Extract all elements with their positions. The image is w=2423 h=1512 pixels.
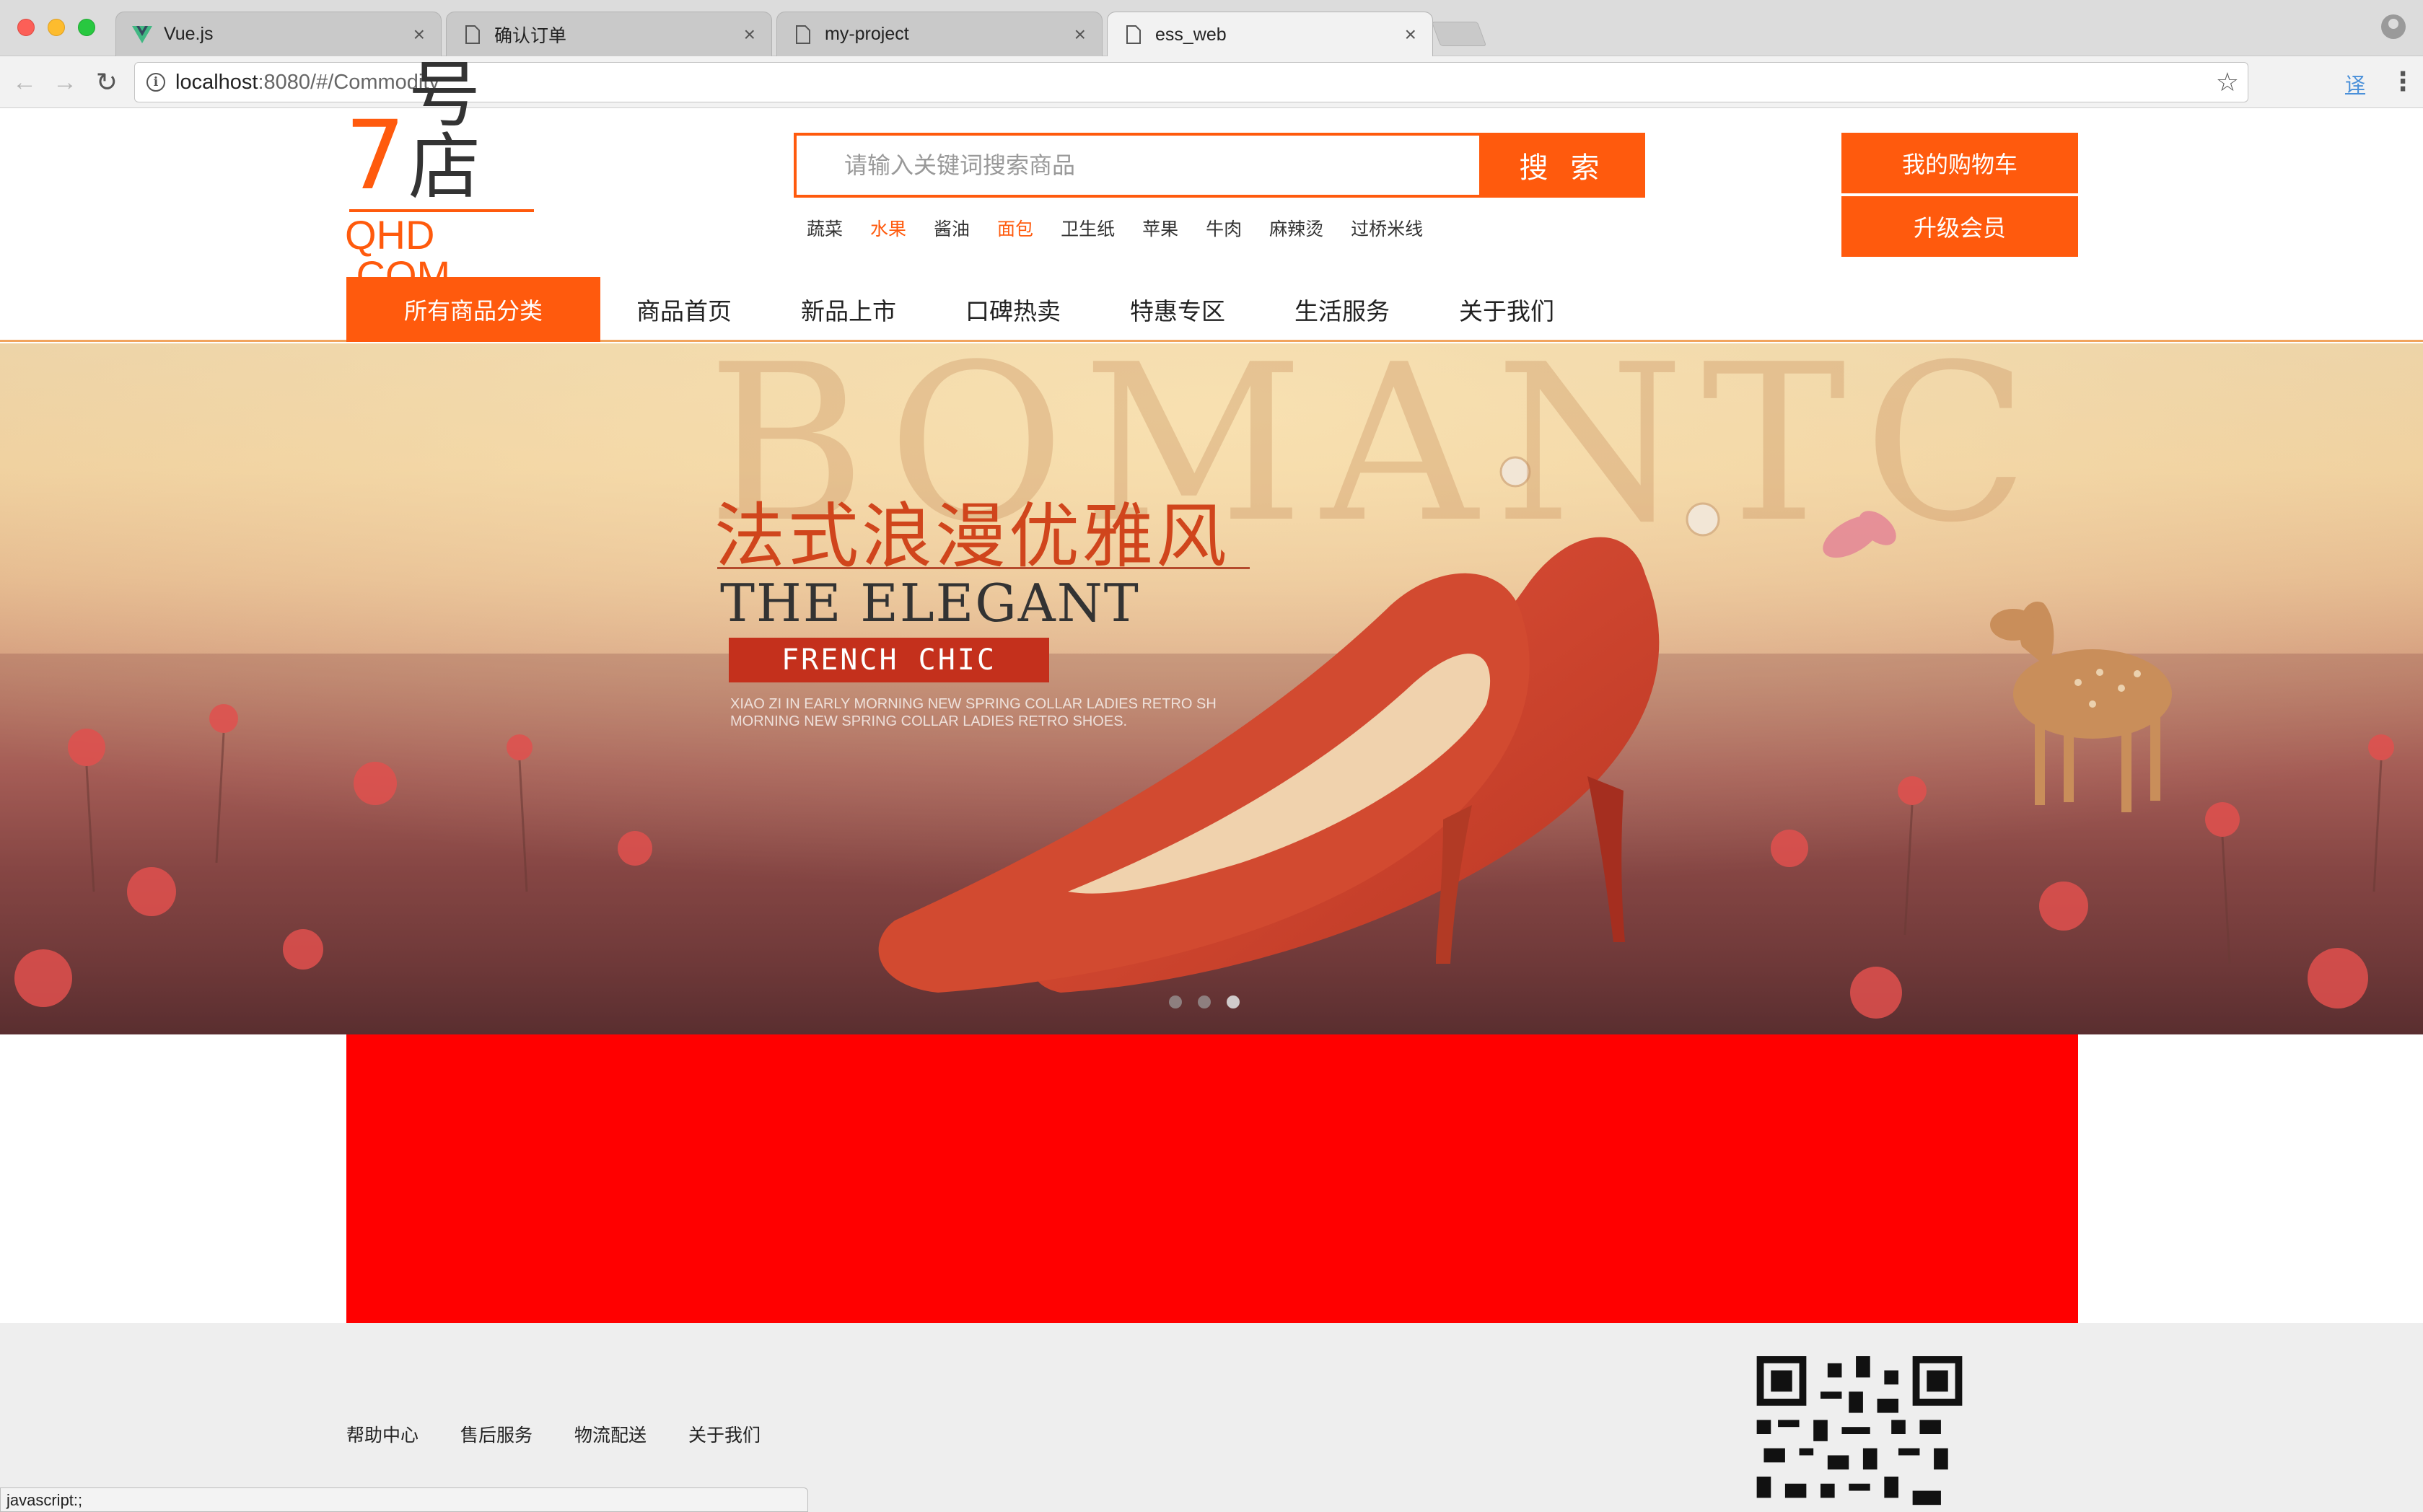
hot-keyword-link[interactable]: 麻辣烫 [1269, 215, 1323, 241]
close-window-button[interactable] [17, 19, 35, 36]
footer-link-after-sales[interactable]: 售后服务 [460, 1421, 533, 1447]
search-input[interactable] [797, 136, 1482, 195]
browser-menu-icon[interactable]: ⋮ [2390, 66, 2416, 97]
tab-title: 确认订单 [494, 25, 567, 46]
banner-divider [717, 567, 1250, 569]
profile-avatar-icon[interactable] [2381, 14, 2406, 39]
banner-tag: FRENCH CHIC [729, 638, 1049, 682]
back-arrow-icon[interactable]: ← [9, 66, 40, 98]
tab-title: my-project [825, 24, 909, 44]
zoom-window-button[interactable] [78, 19, 95, 36]
carousel-dot[interactable] [1169, 995, 1182, 1008]
nav-item-home[interactable]: 商品首页 [636, 277, 732, 342]
url-host: localhost [175, 70, 258, 94]
close-tab-icon[interactable]: × [1405, 23, 1416, 46]
browser-tab-my-project[interactable]: my-project × [776, 12, 1103, 56]
hot-keyword-link[interactable]: 苹果 [1142, 215, 1178, 241]
close-tab-icon[interactable]: × [413, 23, 425, 46]
logo-number: 7 [345, 100, 406, 211]
main-nav: 所有商品分类 商品首页 新品上市 口碑热卖 特惠专区 生活服务 关于我们 [0, 277, 2423, 342]
footer-link-about[interactable]: 关于我们 [688, 1421, 761, 1447]
translate-icon[interactable]: 译 [2345, 69, 2365, 98]
nav-item-bestsellers[interactable]: 口碑热卖 [965, 277, 1061, 342]
forward-arrow-icon[interactable]: → [49, 66, 81, 98]
logo-name: 号店 [408, 55, 481, 208]
site-logo[interactable]: 7 号店 QHD .COM [345, 59, 540, 296]
hot-keyword-link[interactable]: 蔬菜 [807, 215, 843, 241]
page-icon [1123, 25, 1144, 45]
new-tab-button[interactable] [1431, 22, 1487, 46]
browser-tab-ess-web[interactable]: ess_web × [1107, 12, 1433, 57]
site-info-icon[interactable]: i [146, 73, 165, 92]
vue-logo-icon [132, 25, 152, 45]
nav-item-deals[interactable]: 特惠专区 [1130, 277, 1225, 342]
hero-banner[interactable]: BOMANTC 法式浪漫优雅风 THE ELEGANT FRENCH CHIC … [0, 343, 2423, 1034]
reload-icon[interactable]: ↻ [91, 66, 123, 98]
search-button[interactable]: 搜 索 [1481, 133, 1645, 198]
browser-titlebar: Vue.js × 确认订单 × my-project × ess_web × [0, 0, 2423, 57]
banner-small-line: MORNING NEW SPRING COLLAR LADIES RETRO S… [730, 713, 1128, 729]
site-footer: 帮助中心 售后服务 物流配送 关于我们 [0, 1323, 2423, 1512]
qr-code-icon [1756, 1356, 1963, 1512]
hot-keyword-link[interactable]: 卫生纸 [1061, 215, 1115, 241]
hot-keyword-link[interactable]: 酱油 [934, 215, 970, 241]
hot-keywords: 蔬菜 水果 酱油 面包 卫生纸 苹果 牛肉 麻辣烫 过桥米线 [807, 215, 1450, 241]
nav-item-new-arrivals[interactable]: 新品上市 [801, 277, 896, 342]
cart-button[interactable]: 我的购物车 [1841, 133, 2078, 193]
bookmark-star-icon[interactable]: ☆ [2216, 67, 2239, 97]
search-box [794, 133, 1482, 198]
close-tab-icon[interactable]: × [1074, 23, 1086, 46]
minimize-window-button[interactable] [48, 19, 65, 36]
close-tab-icon[interactable]: × [744, 23, 755, 46]
banner-title-cn: 法式浪漫优雅风 [714, 496, 1230, 576]
hot-keyword-link[interactable]: 水果 [870, 215, 906, 241]
upgrade-membership-button[interactable]: 升级会员 [1841, 196, 2078, 257]
hot-keyword-link[interactable]: 面包 [997, 215, 1033, 241]
footer-link-help[interactable]: 帮助中心 [346, 1421, 419, 1447]
nav-item-life-services[interactable]: 生活服务 [1294, 277, 1390, 342]
banner-small-text: XIAO ZI IN EARLY MORNING NEW SPRING COLL… [730, 695, 1217, 730]
hot-keyword-link[interactable]: 牛肉 [1206, 215, 1242, 241]
browser-status-bar: javascript:; [0, 1487, 808, 1512]
page-icon [463, 25, 483, 45]
hot-keyword-link[interactable]: 过桥米线 [1351, 215, 1423, 241]
tab-title: ess_web [1155, 24, 1227, 45]
carousel-dots [1169, 995, 1256, 1008]
content-placeholder-block [346, 1034, 2078, 1323]
footer-link-shipping[interactable]: 物流配送 [574, 1421, 647, 1447]
carousel-dot-active[interactable] [1227, 995, 1240, 1008]
nav-all-categories[interactable]: 所有商品分类 [346, 277, 600, 342]
browser-tab-confirm-order[interactable]: 确认订单 × [446, 12, 772, 56]
tab-title: Vue.js [164, 24, 214, 44]
footer-links: 帮助中心 售后服务 物流配送 关于我们 [346, 1421, 802, 1447]
page-icon [793, 25, 813, 45]
browser-tab-vue[interactable]: Vue.js × [115, 12, 442, 56]
banner-small-line: XIAO ZI IN EARLY MORNING NEW SPRING COLL… [730, 696, 1217, 712]
nav-item-about-us[interactable]: 关于我们 [1459, 277, 1554, 342]
carousel-dot[interactable] [1198, 995, 1211, 1008]
banner-title-en: THE ELEGANT [720, 573, 1140, 633]
